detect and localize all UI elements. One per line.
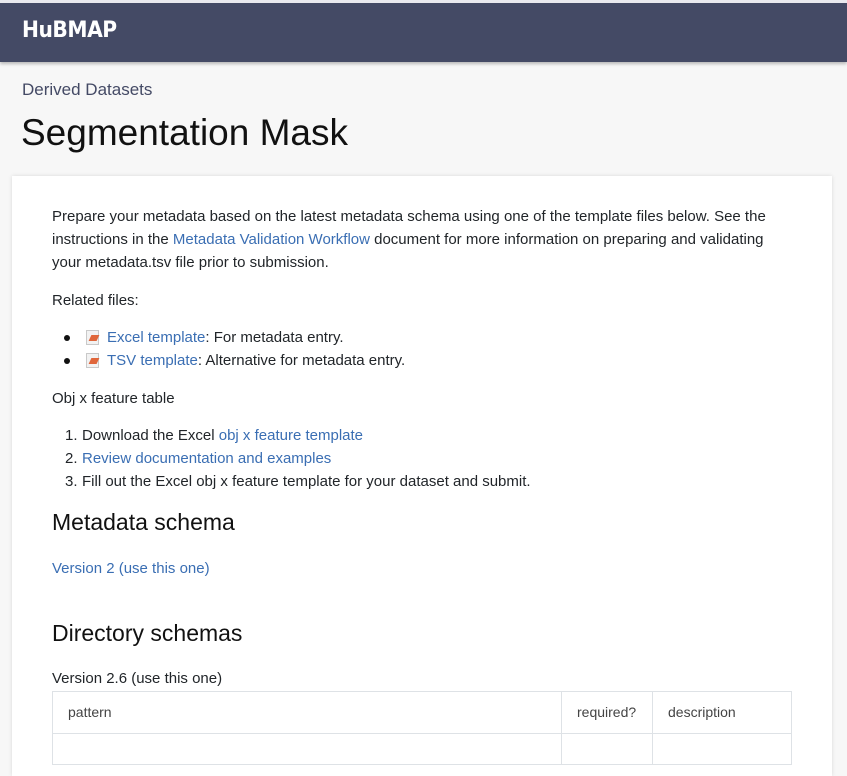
column-header-description: description [652, 691, 792, 734]
column-header-pattern: pattern [52, 691, 562, 734]
hubmap-logo[interactable]: HuBMAP [22, 18, 117, 43]
table-cell [52, 733, 562, 765]
step-number: 1. [65, 427, 78, 444]
list-item: Excel template: For metadata entry. [52, 326, 344, 349]
breadcrumb: Derived Datasets [22, 80, 153, 99]
metadata-schema-version-link[interactable]: Version 2 (use this one) [52, 557, 210, 580]
excel-template-link[interactable]: Excel template [107, 329, 205, 346]
related-files-list: Excel template: For metadata entry. TSV … [52, 326, 405, 372]
review-documentation-link[interactable]: Review documentation and examples [82, 450, 331, 467]
metadata-schema-heading: Metadata schema [52, 509, 235, 535]
tsv-template-link[interactable]: TSV template [107, 352, 198, 369]
directory-schema-table: pattern required? description [52, 691, 792, 765]
navbar-top-edge [0, 0, 847, 3]
intro-paragraph: Prepare your metadata based on the lates… [52, 205, 792, 274]
related-files-label: Related files: [52, 292, 139, 309]
obj-feature-table-label: Obj x feature table [52, 390, 175, 407]
table-cell [652, 733, 792, 765]
metadata-validation-workflow-link[interactable]: Metadata Validation Workflow [173, 231, 370, 248]
page-title: Segmentation Mask [21, 112, 349, 153]
excel-template-desc: : For metadata entry. [205, 329, 344, 346]
step-number: 3. [65, 473, 78, 490]
step-number: 2. [65, 450, 78, 467]
step-text: Download the Excel [82, 427, 219, 444]
directory-schemas-heading: Directory schemas [52, 620, 243, 646]
table-cell [561, 733, 653, 765]
obj-feature-template-link[interactable]: obj x feature template [219, 427, 363, 444]
column-header-required: required? [561, 691, 653, 734]
step-text: Fill out the Excel obj x feature templat… [82, 473, 531, 490]
list-item: TSV template: Alternative for metadata e… [52, 349, 405, 372]
table-row [52, 733, 792, 765]
tsv-template-desc: : Alternative for metadata entry. [197, 352, 406, 369]
directory-schema-version-label: Version 2.6 (use this one) [52, 670, 223, 687]
table-header-row: pattern required? description [52, 691, 792, 734]
file-icon [86, 353, 99, 368]
file-icon [86, 330, 99, 345]
top-navbar: HuBMAP [0, 0, 847, 62]
